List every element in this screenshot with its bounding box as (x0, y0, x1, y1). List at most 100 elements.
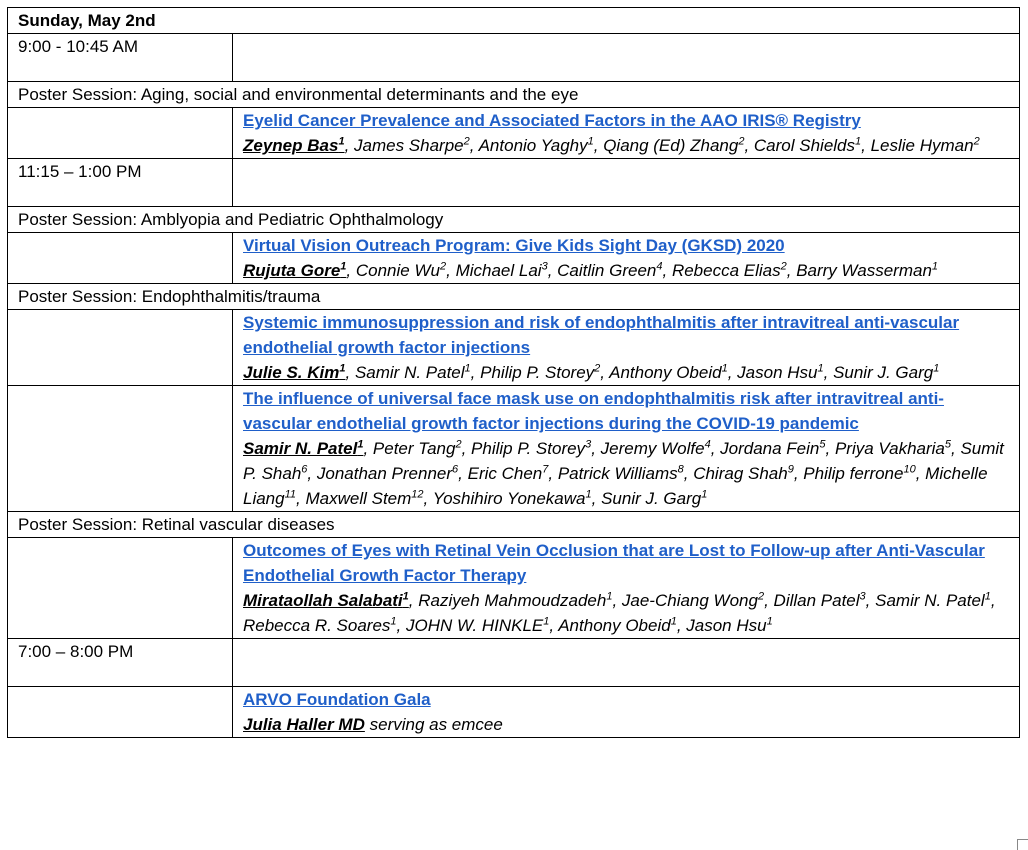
author: Priya Vakharia5 (835, 439, 951, 458)
affiliation-number: 2 (463, 135, 470, 148)
affiliation-number: 6 (301, 463, 308, 476)
session-row: Poster Session: Retinal vascular disease… (7, 511, 1020, 538)
author: Jason Hsu1 (686, 616, 772, 635)
talk-title-link[interactable]: The influence of universal face mask use… (243, 386, 1009, 436)
author-name: Jordana Fein (720, 439, 820, 458)
affiliation-number: 1 (543, 615, 550, 628)
author: Caitlin Green4 (557, 261, 662, 280)
affiliation-number: 1 (721, 362, 728, 375)
author-name: James Sharpe (354, 136, 464, 155)
talk-cell: The influence of universal face mask use… (232, 385, 1020, 512)
author-name: Caitlin Green (557, 261, 657, 280)
author: Connie Wu2 (356, 261, 446, 280)
author: Rebecca Elias2 (672, 261, 787, 280)
author-name: Carol Shields (753, 136, 856, 155)
session-row: Poster Session: Amblyopia and Pediatric … (7, 206, 1020, 233)
empty-cell (7, 309, 233, 386)
affiliation-number: 8 (677, 463, 684, 476)
affiliation-number: 11 (284, 488, 297, 501)
time-slot: 11:15 – 1:00 PM (7, 158, 233, 207)
author-name: Rebecca Elias (671, 261, 781, 280)
affiliation-number: 1 (339, 362, 346, 375)
talk-title-link[interactable]: Systemic immunosuppression and risk of e… (243, 310, 1009, 360)
affiliation-number: 2 (780, 260, 787, 273)
author-name: Barry Wasserman (796, 261, 932, 280)
talk-row: The influence of universal face mask use… (7, 385, 1020, 512)
author-name: Connie Wu (355, 261, 440, 280)
author: Barry Wasserman1 (796, 261, 938, 280)
author: Philip P. Storey2 (480, 363, 600, 382)
talk-title-link[interactable]: Virtual Vision Outreach Program: Give Ki… (243, 233, 1009, 258)
author: Chirag Shah9 (693, 464, 794, 483)
author-name: Jae-Chiang Wong (621, 591, 758, 610)
author-name: Dillan Patel (773, 591, 860, 610)
affiliation-number: 5 (819, 438, 826, 451)
author-name: Jonathan Prenner (316, 464, 453, 483)
author-name: Eric Chen (467, 464, 543, 483)
author-name: Qiang (Ed) Zhang (603, 136, 739, 155)
talk-title-link[interactable]: ARVO Foundation Gala (243, 687, 1009, 712)
affiliation-number: 1 (670, 615, 677, 628)
talk-cell: Eyelid Cancer Prevalence and Associated … (232, 107, 1020, 159)
author-name: Anthony Obeid (609, 363, 722, 382)
talk-cell: Systemic immunosuppression and risk of e… (232, 309, 1020, 386)
author: Anthony Obeid1 (558, 616, 677, 635)
talk-row: Eyelid Cancer Prevalence and Associated … (7, 107, 1020, 159)
talk-row: ARVO Foundation Gala Julia Haller MD serv… (7, 686, 1020, 738)
affiliation-number: 2 (455, 438, 462, 451)
talk-title-link[interactable]: Eyelid Cancer Prevalence and Associated … (243, 108, 1009, 133)
author: Eric Chen7 (468, 464, 549, 483)
affiliation-number: 6 (452, 463, 459, 476)
talk-title-link[interactable]: Outcomes of Eyes with Retinal Vein Occlu… (243, 538, 1009, 588)
session-title: Poster Session: Amblyopia and Pediatric … (7, 206, 1020, 233)
affiliation-number: 3 (541, 260, 548, 273)
author: JOHN W. HINKLE1 (406, 616, 549, 635)
affiliation-number: 4 (704, 438, 711, 451)
affiliation-number: 9 (787, 463, 794, 476)
presenting-author: Rujuta Gore1 (243, 261, 346, 280)
author: Antonio Yaghy1 (479, 136, 594, 155)
author: Jeremy Wolfe4 (601, 439, 711, 458)
empty-cell (232, 158, 1020, 207)
affiliation-number: 1 (340, 260, 347, 273)
empty-cell (232, 33, 1020, 82)
session-title: Poster Session: Endophthalmitis/trauma (7, 283, 1020, 310)
author-name: Patrick Williams (557, 464, 678, 483)
author: Samir N. Patel1 (875, 591, 991, 610)
author-name: Samir N. Patel (875, 591, 985, 610)
affiliation-number: 1 (855, 135, 862, 148)
author-name: Zeynep Bas (243, 136, 339, 155)
author: Jae-Chiang Wong2 (622, 591, 764, 610)
affiliation-number: 12 (411, 488, 424, 501)
affiliation-number: 1 (402, 590, 409, 603)
author-name: Jeremy Wolfe (600, 439, 705, 458)
affiliation-number: 1 (984, 590, 991, 603)
author: Yoshihiro Yonekawa1 (433, 489, 592, 508)
time-slot: 9:00 - 10:45 AM (7, 33, 233, 82)
affiliation-number: 1 (464, 362, 471, 375)
author-name: Antonio Yaghy (478, 136, 588, 155)
author-list: Rujuta Gore1, Connie Wu2, Michael Lai3, … (243, 260, 939, 280)
affiliation-number: 2 (757, 590, 765, 603)
session-row: Poster Session: Endophthalmitis/trauma (7, 283, 1020, 310)
affiliation-number: 1 (585, 488, 592, 501)
author: Jonathan Prenner6 (317, 464, 458, 483)
affiliation-number: 1 (817, 362, 824, 375)
author-name: Julia Haller MD (243, 715, 365, 734)
author: Philip ferrone10 (803, 464, 915, 483)
empty-cell (7, 385, 233, 512)
time-slot: 7:00 – 8:00 PM (7, 638, 233, 687)
day-header-row: Sunday, May 2nd (7, 7, 1020, 34)
author-name: Yoshihiro Yonekawa (432, 489, 586, 508)
author-name: Philip ferrone (803, 464, 904, 483)
author-list: Julia Haller MD serving as emcee (243, 712, 1009, 737)
author-name: Chirag Shah (693, 464, 788, 483)
affiliation-number: 1 (931, 260, 939, 273)
author: Leslie Hyman2 (871, 136, 980, 155)
affiliation-number: 1 (701, 488, 708, 501)
session-title: Poster Session: Aging, social and enviro… (7, 81, 1020, 108)
affiliation-number: 5 (944, 438, 951, 451)
presenting-author: Julia Haller MD (243, 715, 365, 734)
author: Patrick Williams8 (558, 464, 684, 483)
author: Maxwell Stem12 (305, 489, 423, 508)
